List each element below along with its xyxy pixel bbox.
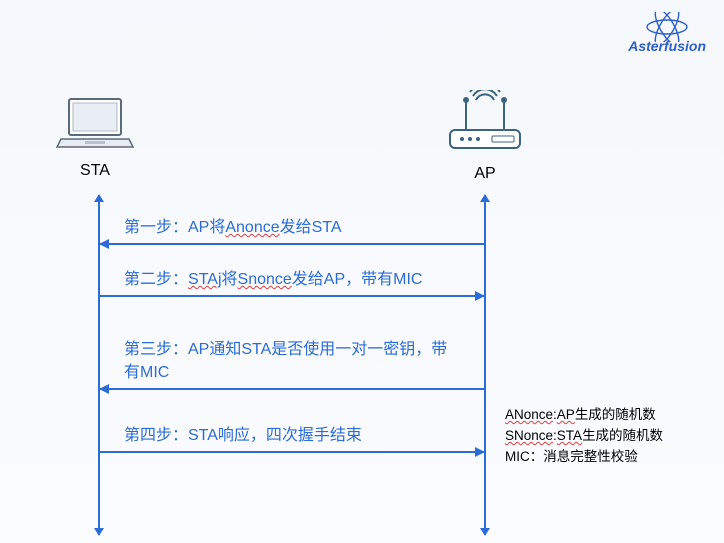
- step-1: 第一步：AP将Anonce发给STA: [100, 216, 484, 245]
- node-sta: STA: [55, 95, 135, 180]
- legend-anonce-key: ANonce: [505, 407, 553, 422]
- step2-snonce: Snonce: [238, 271, 292, 288]
- step1-prefix: 第一步：AP将: [124, 219, 225, 236]
- legend-anonce: ANonce:AP生成的随机数: [505, 405, 663, 426]
- step2-staj: STAj: [188, 271, 221, 288]
- step-1-arrow: [100, 243, 484, 245]
- step-2-arrow: [100, 295, 484, 297]
- step2-mid: 将: [222, 271, 238, 288]
- step-2: 第二步：STAj将Snonce发给AP，带有MIC: [100, 268, 484, 297]
- step2-prefix: 第二步：: [124, 271, 188, 288]
- brand-logo: Asterfusion: [628, 12, 706, 54]
- step1-suffix: 发给STA: [280, 219, 342, 236]
- step1-anonce: Anonce: [225, 219, 279, 236]
- brand-name: Asterfusion: [628, 38, 706, 54]
- legend-anonce-rest: 生成的随机数: [575, 407, 656, 422]
- step-2-text: 第二步：STAj将Snonce发给AP，带有MIC: [100, 268, 484, 295]
- router-icon: [440, 90, 530, 154]
- legend-snonce-rest: 生成的随机数: [582, 428, 663, 443]
- legend-mic: MIC：消息完整性校验: [505, 447, 663, 468]
- laptop-icon: [55, 95, 135, 151]
- step-4-text: 第四步：STA响应，四次握手结束: [100, 424, 484, 451]
- step-3-arrow: [100, 388, 484, 390]
- legend-snonce-who: STA: [557, 428, 582, 443]
- step-3: 第三步：AP通知STA是否使用一对一密钥，带有MIC: [100, 338, 484, 390]
- legend-snonce: SNonce:STA生成的随机数: [505, 426, 663, 447]
- legend-anonce-who: AP: [557, 407, 575, 422]
- node-sta-label: STA: [55, 162, 135, 180]
- step2-suffix: 发给AP，带有MIC: [292, 271, 423, 288]
- step-4: 第四步：STA响应，四次握手结束: [100, 424, 484, 453]
- lifeline-ap: [484, 200, 486, 530]
- node-ap: AP: [440, 90, 530, 183]
- step-1-text: 第一步：AP将Anonce发给STA: [100, 216, 484, 243]
- step-4-arrow: [100, 451, 484, 453]
- node-ap-label: AP: [440, 165, 530, 183]
- legend-snonce-key: SNonce: [505, 428, 553, 443]
- step-3-text: 第三步：AP通知STA是否使用一对一密钥，带有MIC: [100, 338, 484, 388]
- legend: ANonce:AP生成的随机数 SNonce:STA生成的随机数 MIC：消息完…: [505, 405, 663, 468]
